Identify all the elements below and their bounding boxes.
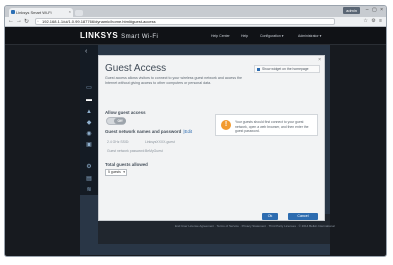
guest-password-row: Guest network password: BeMyGuest: [107, 149, 163, 153]
speed-test-icon[interactable]: ◉: [85, 131, 93, 137]
back-icon[interactable]: ←: [8, 18, 14, 24]
guest-network-header: Guest network names and password |Edit: [105, 129, 192, 134]
total-guests-select[interactable]: 5 guests ▾: [105, 169, 127, 176]
tab-title: Linksys Smart Wi-Fi: [16, 10, 52, 15]
checkbox-checked-icon: [257, 68, 260, 71]
toolbar-actions[interactable]: ☆ ⚙ ≡: [363, 18, 383, 24]
total-guests-value: 5 guests: [108, 170, 121, 174]
guest-network-header-text: Guest network names and password: [105, 129, 182, 134]
show-on-homepage-checkbox[interactable]: Show widget on the homepage: [254, 65, 320, 73]
tab-close-icon[interactable]: ×: [69, 9, 71, 14]
browser-window: Linksys Smart Wi-Fi × admin – ▢ × ← → ↻ …: [4, 5, 387, 257]
user-badge[interactable]: admin: [343, 7, 360, 14]
guest-access-icon[interactable]: ▬: [85, 97, 93, 103]
warning-icon: !: [221, 120, 231, 130]
tools-sidebar: ‹ ▭ ▬ ▲ ◆ ◉ ▣ ⚙ ▤ ≋: [80, 45, 98, 195]
linksys-header: LINKSYS Smart Wi-Fi Help Center Help Conf…: [5, 27, 386, 45]
chevron-down-icon: ▾: [123, 170, 125, 174]
edit-label: Edit: [184, 129, 193, 134]
warning-text: Your guests should first connect to your…: [235, 120, 309, 133]
guest-network-row: 2.4 GHz SSID: LinksysXXXX-guest: [107, 140, 175, 144]
parental-controls-icon[interactable]: ▲: [85, 109, 93, 115]
total-guests-label: Total guests allowed: [105, 162, 148, 167]
header-nav-configuration[interactable]: Configuration ▾: [260, 34, 284, 38]
close-icon[interactable]: ×: [318, 57, 321, 63]
toggle-state: Off: [114, 118, 126, 124]
product-name: Smart Wi-Fi: [121, 34, 159, 40]
browser-toolbar: ← → ↻ ▫ 192.168.1.1/ui/1.0.99.187766/dyn…: [5, 17, 386, 27]
header-nav-help[interactable]: Help: [241, 34, 248, 38]
guest-access-toggle[interactable]: Off: [106, 117, 126, 125]
password-label: Guest network password:: [107, 149, 146, 153]
brand-logo: LINKSYS Smart Wi-Fi: [80, 31, 158, 40]
dialog-description: Guest access allows visitors to connect …: [105, 76, 243, 85]
tab-bar: Linksys Smart Wi-Fi × admin – ▢ ×: [5, 6, 386, 17]
edit-link[interactable]: |Edit: [183, 129, 192, 134]
brand-name: LINKSYS: [80, 31, 119, 40]
favicon-icon: [11, 10, 15, 14]
dialog-title: Guest Access: [105, 63, 167, 74]
footer-links[interactable]: End User License Agreement · Terms of Se…: [175, 224, 335, 228]
usb-storage-icon[interactable]: ▣: [85, 142, 93, 148]
show-on-homepage-label: Show widget on the homepage: [262, 67, 309, 71]
new-tab-button[interactable]: [75, 10, 83, 16]
guest-warning-box: ! Your guests should first connect to yo…: [215, 114, 318, 136]
page-icon: ▫: [37, 19, 39, 25]
allow-guest-access-label: Allow guest access: [105, 110, 146, 115]
ok-button[interactable]: Ok: [262, 213, 278, 220]
header-nav-help-center[interactable]: Help Center: [211, 34, 230, 38]
header-nav-administrator[interactable]: Administrator ▾: [298, 34, 321, 38]
network-name: LinksysXXXX-guest: [145, 140, 175, 144]
network-band: 2.4 GHz SSID:: [107, 140, 130, 144]
page-content: LINKSYS Smart Wi-Fi Help Center Help Conf…: [5, 27, 386, 256]
address-bar[interactable]: ▫ 192.168.1.1/ui/1.0.99.187766/dynamic/h…: [35, 18, 335, 25]
password-value: BeMyGuest: [145, 149, 163, 153]
network-map-icon[interactable]: ▭: [85, 85, 93, 91]
wireless-icon[interactable]: ≋: [85, 187, 93, 193]
collapse-icon[interactable]: ‹: [85, 48, 87, 55]
url-text: 192.168.1.1/ui/1.0.99.187766/dynamic/hom…: [42, 19, 156, 24]
reload-icon[interactable]: ↻: [24, 18, 29, 25]
troubleshooting-icon[interactable]: ▤: [85, 176, 93, 182]
guest-access-dialog: × Guest Access Guest access allows visit…: [98, 55, 325, 221]
forward-icon[interactable]: →: [16, 18, 22, 24]
browser-tab[interactable]: Linksys Smart Wi-Fi ×: [9, 8, 73, 17]
media-prioritization-icon[interactable]: ◆: [85, 120, 93, 126]
window-controls[interactable]: – ▢ ×: [366, 7, 384, 13]
cancel-button[interactable]: Cancel: [288, 213, 318, 220]
connectivity-icon[interactable]: ⚙: [85, 164, 93, 170]
